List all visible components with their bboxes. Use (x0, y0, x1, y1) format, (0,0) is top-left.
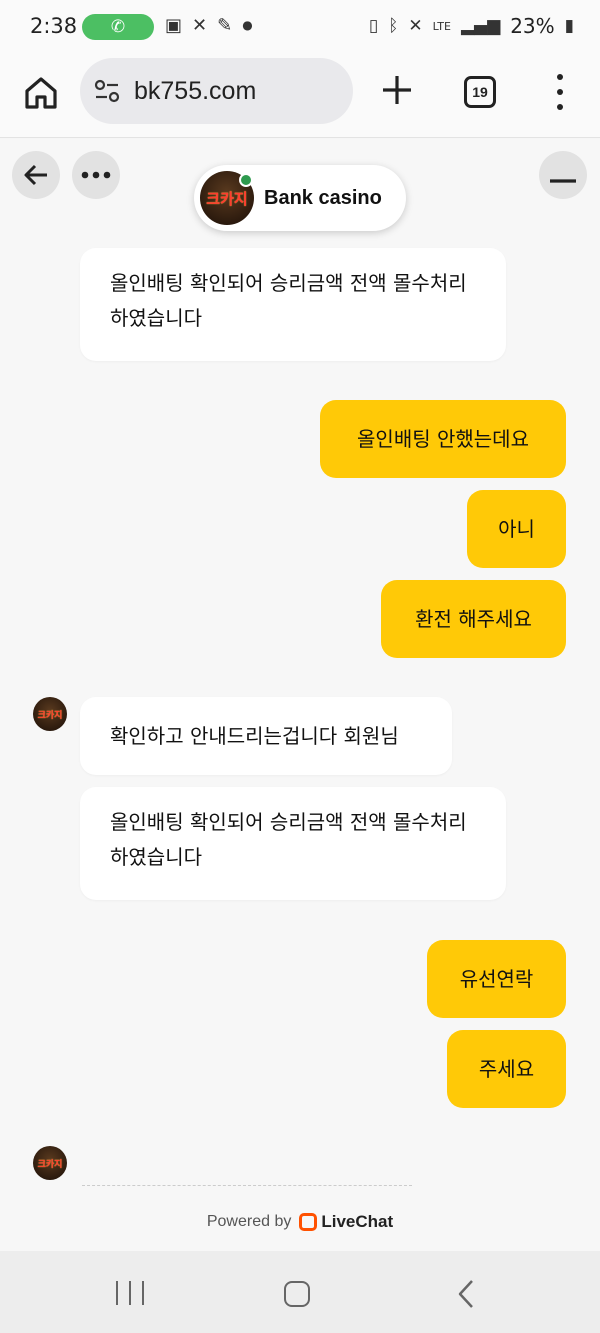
logo-text: 크카지 (206, 189, 248, 208)
menu-dot (557, 104, 563, 110)
home-button[interactable] (22, 74, 60, 112)
more-notifications-dot-icon: ● (242, 18, 253, 32)
battery-percent: 23% (510, 14, 555, 38)
partial-attachment-preview (82, 1185, 412, 1193)
message-text: 확인하고 안내드리는겁니다 회원님 (110, 723, 399, 748)
message-text: 주세요 (478, 1056, 535, 1081)
livechat-brand-text: LiveChat (321, 1212, 394, 1231)
system-navigation-bar (0, 1251, 600, 1333)
powered-by-text: Powered by (206, 1213, 292, 1230)
online-status-indicator (239, 173, 253, 187)
browser-menu-button[interactable] (550, 74, 570, 110)
recent-apps-icon (142, 1281, 144, 1305)
minimize-icon (550, 179, 576, 183)
recent-apps-button[interactable] (116, 1281, 144, 1305)
visitor-message: 유선연락 (427, 940, 566, 1018)
visitor-message: 아니 (467, 490, 566, 568)
agent-message: 올인배팅 확인되어 승리금액 전액 몰수처리 하였습니다 (80, 787, 506, 900)
site-settings-icon[interactable] (94, 78, 120, 104)
agent-message: 올인배팅 확인되어 승리금액 전액 몰수처리 하였습니다 (80, 248, 506, 361)
logo-text: 크카지 (37, 1159, 63, 1170)
address-bar[interactable]: bk755.com (80, 58, 353, 124)
missed-call-icon: ✕ (192, 15, 208, 36)
plus-icon (383, 76, 411, 104)
back-button[interactable] (12, 151, 60, 199)
message-text: 아니 (498, 516, 535, 541)
recent-apps-icon (116, 1281, 118, 1305)
bluetooth-icon: ᛒ (388, 16, 399, 36)
message-text: 환전 해주세요 (415, 606, 532, 631)
status-bar: 2:38 ✆ ▣ ✕ ✎ ● ▯ ᛒ ✕ LTE ▂▄▆ 23% ▮ (0, 0, 600, 56)
menu-dot (557, 74, 563, 80)
agent-avatar: 크카지 (33, 1146, 67, 1180)
message-text: 올인배팅 확인되어 승리금액 전액 몰수처리 하였습니다 (110, 271, 467, 330)
back-nav-icon[interactable] (456, 1279, 476, 1309)
signal-icon: ▂▄▆ (460, 16, 501, 36)
gallery-icon: ▣ (165, 15, 183, 36)
battery-icon: ▮ (564, 16, 574, 36)
visitor-message: 환전 해주세요 (381, 580, 566, 658)
voicemail-icon: ✎ (217, 15, 233, 36)
notification-icons: ▣ ✕ ✎ ● (165, 15, 253, 36)
visitor-message: 올인배팅 안했는데요 (320, 400, 566, 478)
new-tab-button[interactable] (380, 73, 414, 107)
recent-apps-icon (129, 1281, 131, 1305)
chat-options-button[interactable] (72, 151, 120, 199)
powered-by-footer[interactable]: Powered by LiveChat (0, 1212, 600, 1232)
agent-message: 확인하고 안내드리는겁니다 회원님 (80, 697, 452, 775)
ongoing-call-indicator[interactable]: ✆ (82, 14, 154, 40)
more-horizontal-icon (81, 171, 111, 179)
message-text: 올인배팅 확인되어 승리금액 전액 몰수처리 하였습니다 (110, 810, 467, 869)
url-text: bk755.com (134, 76, 257, 105)
browser-toolbar: bk755.com 19 (0, 56, 600, 138)
tab-switcher-button[interactable]: 19 (464, 76, 496, 108)
system-icons: ▯ ᛒ ✕ LTE ▂▄▆ 23% ▮ (369, 14, 574, 38)
agent-header[interactable]: 크카지 Bank casino (194, 165, 406, 231)
mute-icon: ✕ (408, 16, 423, 36)
agent-name: Bank casino (264, 186, 382, 209)
agent-avatar: 크카지 (33, 697, 67, 731)
message-text: 올인배팅 안했는데요 (357, 426, 529, 451)
home-nav-button[interactable] (284, 1281, 310, 1307)
logo-text: 크카지 (37, 710, 63, 721)
lte-icon: LTE (432, 19, 451, 33)
menu-dot (557, 89, 563, 95)
phone-icon: ✆ (110, 17, 126, 37)
home-icon (25, 77, 57, 109)
sim-icon: ▯ (368, 16, 379, 36)
clock: 2:38 (30, 14, 78, 38)
livechat-brand[interactable]: LiveChat (299, 1212, 393, 1232)
message-text: 유선연락 (459, 966, 534, 991)
livechat-window: 크카지 Bank casino 올인배팅 확인되어 승리금액 전액 몰수처리 하… (0, 139, 600, 1251)
livechat-logo-icon (299, 1213, 318, 1231)
agent-logo: 크카지 (200, 171, 254, 225)
minimize-chat-button[interactable] (539, 151, 587, 199)
visitor-message: 주세요 (447, 1030, 566, 1108)
arrow-left-icon (24, 164, 47, 186)
